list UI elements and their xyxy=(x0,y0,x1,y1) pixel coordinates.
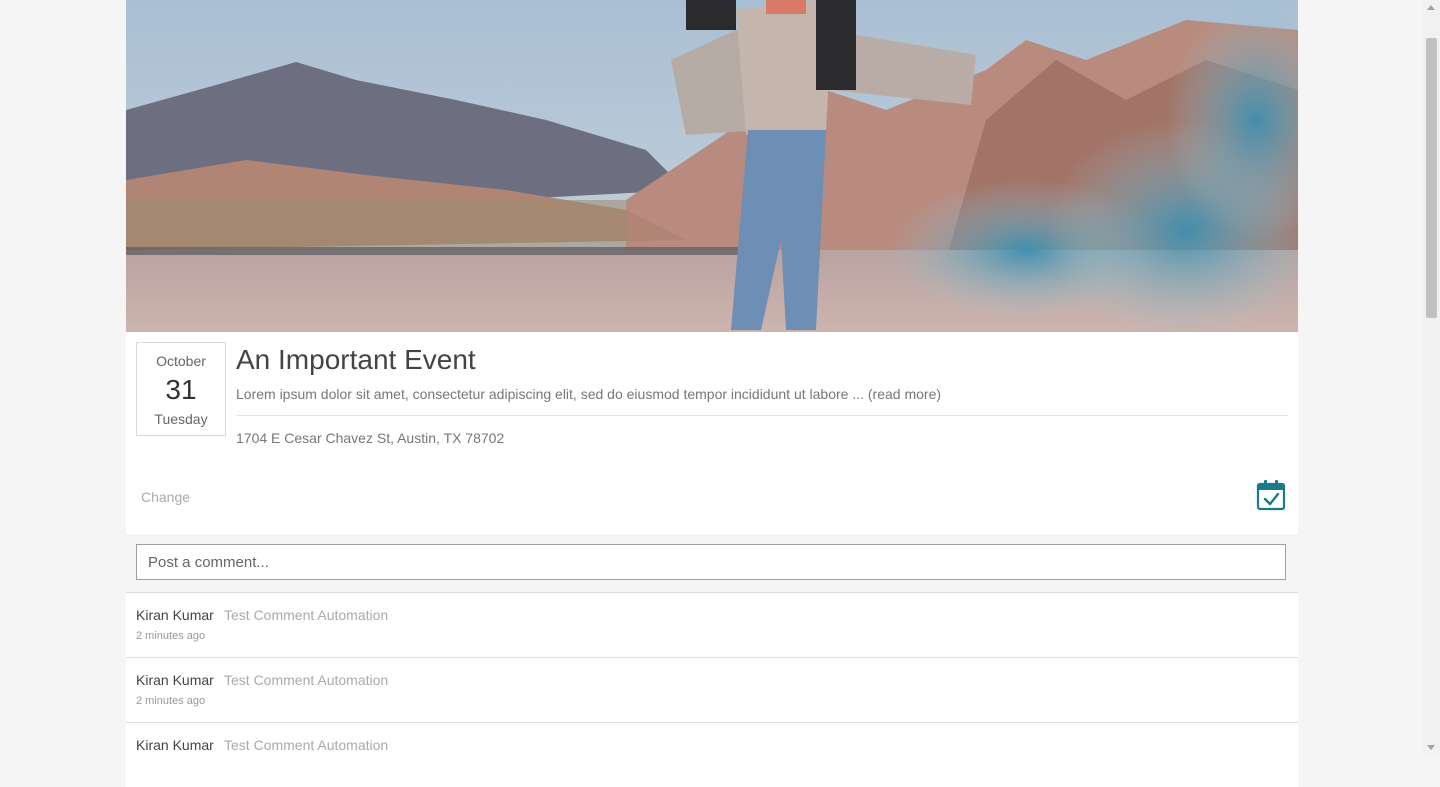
comment-timestamp: 2 minutes ago xyxy=(136,695,206,707)
calendar-check-icon[interactable] xyxy=(1256,479,1286,511)
change-button[interactable]: Change xyxy=(141,489,190,505)
comment-timestamp: 2 minutes ago xyxy=(136,630,206,642)
read-more-link[interactable]: ... (read more) xyxy=(852,386,941,402)
comment-text: Test Comment Automation xyxy=(224,672,389,688)
comment-item: Kiran Kumar Test Comment Automation 2 mi… xyxy=(126,657,1298,722)
comment-author[interactable]: Kiran Kumar xyxy=(136,607,214,623)
divider xyxy=(236,415,1288,416)
scrollbar-thumb[interactable] xyxy=(1426,38,1437,318)
event-date-box: October 31 Tuesday xyxy=(136,342,226,436)
comment-item: Kiran Kumar Test Comment Automation 2 mi… xyxy=(126,592,1298,657)
comment-input[interactable] xyxy=(136,544,1286,580)
event-description-text: Lorem ipsum dolor sit amet, consectetur … xyxy=(236,386,853,402)
page-scrollbar[interactable] xyxy=(1423,0,1440,755)
event-card: October 31 Tuesday An Important Event Lo… xyxy=(126,0,1298,534)
event-hero-image xyxy=(126,0,1298,332)
comment-author[interactable]: Kiran Kumar xyxy=(136,672,214,688)
event-month: October xyxy=(156,353,206,369)
comment-author[interactable]: Kiran Kumar xyxy=(136,737,214,753)
event-address: 1704 E Cesar Chavez St, Austin, TX 78702 xyxy=(236,430,505,446)
comment-text: Test Comment Automation xyxy=(224,737,389,753)
comment-list: Kiran Kumar Test Comment Automation 2 mi… xyxy=(126,592,1298,787)
scroll-down-arrow-icon[interactable] xyxy=(1427,745,1435,750)
scroll-up-arrow-icon[interactable] xyxy=(1427,5,1435,10)
event-day: 31 xyxy=(165,374,197,405)
event-title: An Important Event xyxy=(236,344,476,375)
event-weekday: Tuesday xyxy=(154,411,208,427)
comment-text: Test Comment Automation xyxy=(224,607,389,623)
event-description: Lorem ipsum dolor sit amet, consectetur … xyxy=(236,385,941,403)
